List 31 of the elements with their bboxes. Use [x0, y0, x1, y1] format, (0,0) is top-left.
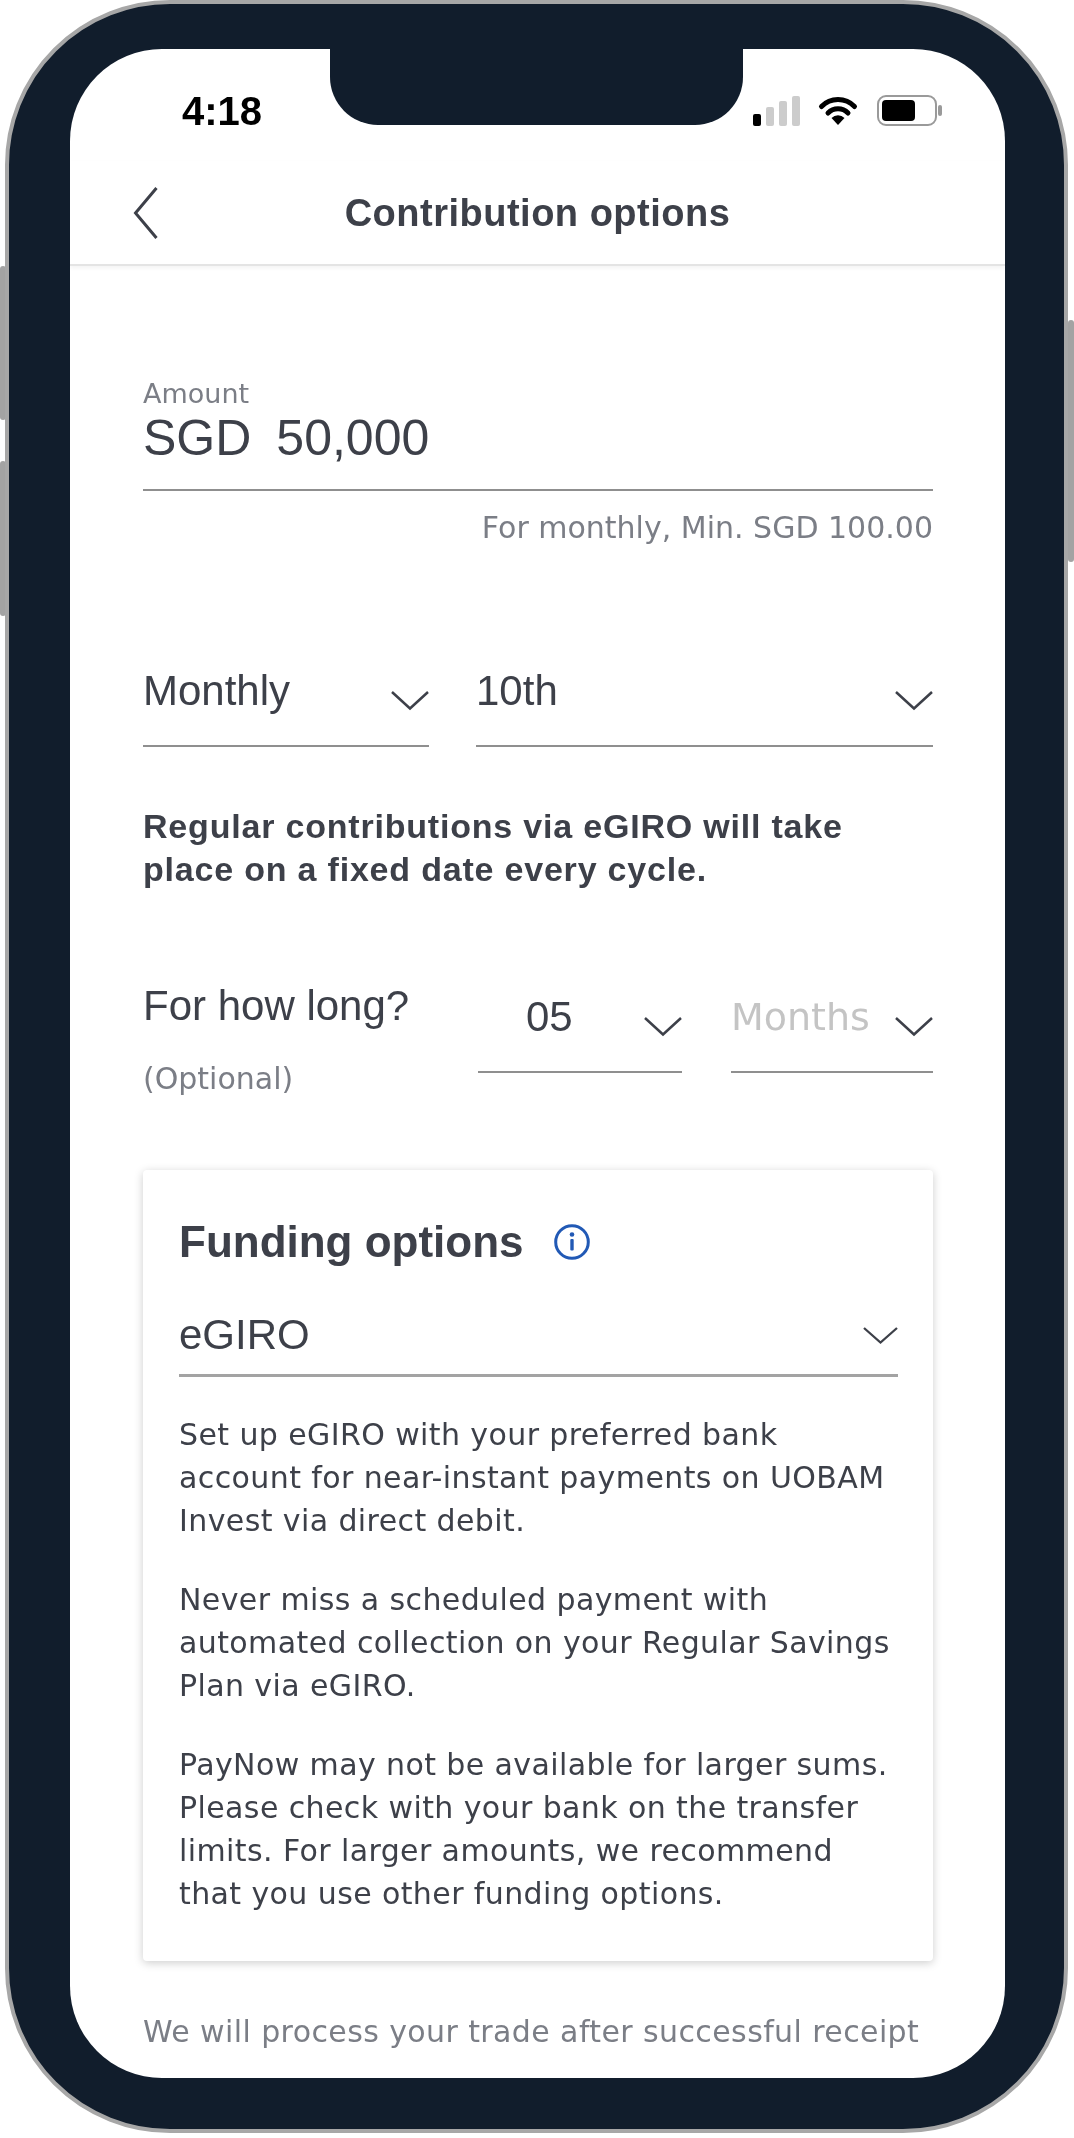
- day-dropdown[interactable]: 10th: [476, 666, 933, 747]
- info-paragraph: Never miss a scheduled payment with automated collection on your Regular Savings Plan via eGIRO.: [179, 1581, 891, 1705]
- chevron-down-icon: [863, 1326, 898, 1344]
- info-icon[interactable]: [553, 1224, 590, 1260]
- currency-code: SGD: [143, 410, 252, 466]
- chevron-down-icon: [895, 1016, 933, 1036]
- field-label: Amount: [143, 378, 250, 410]
- frequency-dropdown[interactable]: Monthly: [143, 666, 429, 747]
- processing-note: We will process your trade after successful receipt: [143, 2013, 921, 2051]
- count-dropdown[interactable]: 05: [478, 992, 682, 1073]
- info-paragraph: Set up eGIRO with your preferred bank account for near-instant payments on UOBAM Invest via direct debit.: [179, 1416, 886, 1540]
- side-button[interactable]: [1068, 320, 1074, 562]
- chevron-left-icon: [134, 186, 158, 239]
- optional-label: (Optional): [143, 1061, 294, 1097]
- wifi-icon: [818, 96, 858, 125]
- chevron-down-icon: [895, 690, 933, 710]
- amount-field[interactable]: Amount SGD 50,000: [143, 378, 933, 491]
- info-paragraph: PayNow may not be available for larger sums. Please check with your bank on the transfer limits. For larger amounts, we recommend that you use other funding options.: [179, 1746, 889, 1913]
- chevron-down-icon: [391, 690, 429, 710]
- chevron-down-icon: [644, 1016, 682, 1036]
- duration-label: For how long?: [143, 981, 410, 1031]
- schedule-note: Regular contributions via eGIRO will take place on a fixed date every cycle.: [143, 806, 844, 890]
- minimum-hint: For monthly, Min. SGD 100.00: [481, 510, 933, 546]
- battery-icon: [877, 95, 942, 126]
- status-time: 4:18: [182, 88, 263, 134]
- amount-value: 50,000: [276, 410, 430, 466]
- funding-method-dropdown[interactable]: eGIRO: [179, 1310, 898, 1377]
- page-title: Contribution options: [344, 190, 731, 236]
- signal-icon: [753, 95, 800, 126]
- card-title: Funding options: [179, 1216, 524, 1268]
- back-button[interactable]: [134, 186, 158, 239]
